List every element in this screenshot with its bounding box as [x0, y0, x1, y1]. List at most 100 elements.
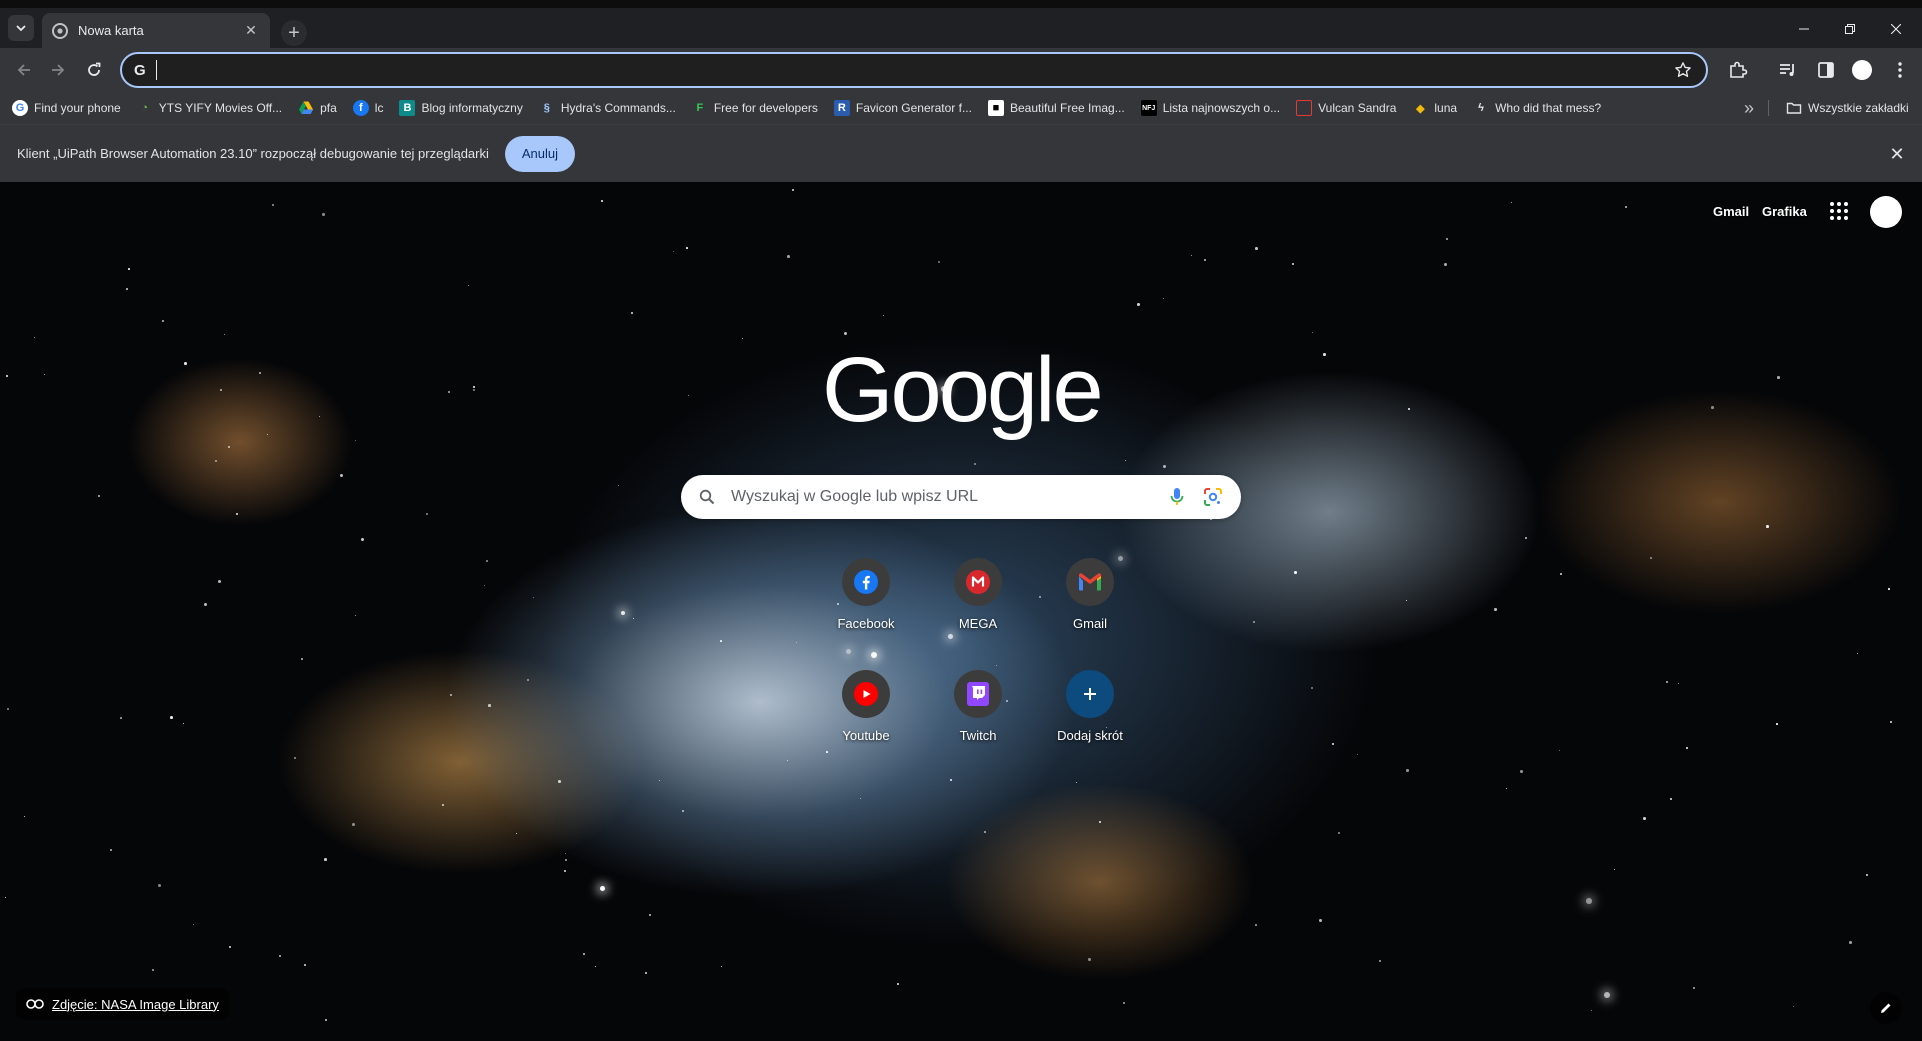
shortcut-gmail[interactable]: Gmail	[1034, 548, 1146, 640]
background-star	[322, 213, 325, 216]
image-search-button[interactable]	[1201, 485, 1225, 509]
shortcut-mega[interactable]: MEGA	[922, 548, 1034, 640]
voice-search-button[interactable]	[1165, 485, 1189, 509]
background-star	[468, 285, 470, 287]
shortcut-label: Dodaj skrót	[1057, 728, 1123, 743]
background-star	[1711, 406, 1714, 409]
background-star	[1793, 1006, 1795, 1008]
background-star	[1890, 721, 1893, 724]
background-star	[426, 513, 428, 515]
tab-close-button[interactable]: ✕	[242, 22, 260, 40]
background-star	[1766, 525, 1769, 528]
background-star	[720, 640, 722, 642]
minimize-button[interactable]	[1782, 17, 1826, 41]
background-attribution-link[interactable]: Zdjęcie: NASA Image Library	[16, 988, 229, 1020]
customize-chrome-button[interactable]	[1870, 992, 1902, 1024]
mega-icon	[966, 570, 990, 594]
bookmark-item[interactable]: B Blog informatyczny	[391, 94, 530, 122]
media-controls-button[interactable]	[1776, 58, 1800, 82]
background-star	[267, 434, 269, 436]
binance-icon: ◆	[1416, 102, 1425, 115]
shortcut-label: Youtube	[842, 728, 890, 743]
background-star	[721, 966, 723, 968]
bookmark-item[interactable]: R Favicon Generator f...	[826, 94, 980, 122]
nfj-icon: NFJ	[1140, 100, 1157, 116]
bookmark-item[interactable]: F Free for developers	[684, 94, 826, 122]
bookmark-item[interactable]: NFJ Lista najnowszych o...	[1133, 94, 1288, 122]
search-input[interactable]	[731, 488, 1153, 506]
background-star	[1560, 573, 1562, 575]
facebook-icon	[854, 570, 878, 594]
background-star	[601, 200, 604, 203]
background-star	[355, 440, 357, 442]
background-star	[558, 780, 561, 783]
restore-button[interactable]	[1828, 17, 1872, 41]
background-star	[6, 375, 9, 378]
shortcut-facebook[interactable]: Facebook	[810, 548, 922, 640]
google-logo: Google	[822, 339, 1104, 441]
account-avatar[interactable]	[1870, 196, 1902, 228]
menu-button[interactable]	[1888, 58, 1912, 82]
bookmark-item[interactable]: ■ Beautiful Free Imag...	[980, 94, 1133, 122]
close-window-button[interactable]	[1874, 17, 1918, 41]
profile-avatar-button[interactable]	[1852, 60, 1872, 80]
bookmark-item[interactable]: ◆ luna	[1404, 94, 1465, 122]
unsplash-icon: ■	[987, 100, 1004, 116]
background-star	[742, 338, 744, 340]
debugging-infobar: Klient „UiPath Browser Automation 23.10”…	[0, 124, 1922, 182]
search-box[interactable]	[681, 475, 1241, 519]
all-bookmarks-button[interactable]: Wszystkie zakładki	[1778, 94, 1917, 122]
bookmark-item[interactable]: § Hydra's Commands...	[531, 94, 684, 122]
images-link[interactable]: Grafika	[1762, 204, 1807, 219]
lightning-icon: ϟ	[1478, 102, 1484, 114]
attribution-text: Zdjęcie: NASA Image Library	[52, 996, 219, 1012]
gmail-link[interactable]: Gmail	[1713, 204, 1749, 219]
back-button[interactable]	[8, 54, 40, 86]
background-star	[844, 332, 847, 335]
background-star	[938, 261, 941, 264]
bookmark-item[interactable]: pfa	[290, 94, 345, 122]
shortcut-label: MEGA	[958, 616, 998, 631]
reload-button[interactable]	[78, 54, 110, 86]
background-star	[1408, 408, 1411, 411]
bookmarks-overflow-button[interactable]: »	[1735, 94, 1763, 122]
background-star	[1191, 255, 1192, 256]
new-tab-button[interactable]: +	[281, 20, 307, 46]
blog-icon: B	[399, 100, 416, 116]
infobar-close-button[interactable]: ✕	[1886, 143, 1908, 165]
side-panel-button[interactable]	[1814, 58, 1838, 82]
forward-button[interactable]	[42, 54, 74, 86]
background-star	[527, 679, 530, 682]
bookmark-item[interactable]: f lc	[345, 94, 392, 122]
address-bar[interactable]: G	[120, 52, 1708, 88]
chevron-down-icon	[16, 25, 26, 32]
tab-new-tab[interactable]: Nowa karta ✕	[42, 13, 270, 48]
cancel-button[interactable]: Anuluj	[504, 135, 576, 172]
favicon-generator-icon: R	[833, 100, 850, 116]
background-star	[128, 268, 130, 270]
add-shortcut-button[interactable]: Dodaj skrót	[1034, 660, 1146, 752]
shortcut-twitch[interactable]: Twitch	[922, 660, 1034, 752]
google-lens-icon	[1204, 488, 1222, 506]
tab-search-button[interactable]	[8, 15, 34, 41]
extensions-button[interactable]	[1726, 58, 1750, 82]
background-star	[1292, 263, 1295, 266]
bookmark-item[interactable]: ◔ YTS YIFY Movies Off...	[129, 94, 290, 122]
background-star	[1678, 683, 1680, 685]
address-input[interactable]	[155, 60, 1672, 80]
apps-grid-icon	[1830, 202, 1834, 206]
background-star	[1866, 874, 1868, 876]
bookmark-item[interactable]: ϟ Who did that mess?	[1465, 94, 1609, 122]
ffd-icon: F	[696, 102, 704, 114]
pencil-icon	[1881, 1003, 1891, 1013]
background-star	[1776, 723, 1778, 725]
background-star	[44, 374, 46, 376]
background-star	[1338, 832, 1340, 834]
chrome-icon	[52, 22, 68, 39]
bookmark-item[interactable]: Vulcan Sandra	[1288, 94, 1404, 122]
shortcut-youtube[interactable]: Youtube	[810, 660, 922, 752]
bookmark-item[interactable]: G Find your phone	[4, 94, 129, 122]
google-apps-button[interactable]	[1825, 197, 1853, 225]
background-star	[120, 717, 123, 720]
bookmark-star-button[interactable]	[1672, 59, 1694, 81]
